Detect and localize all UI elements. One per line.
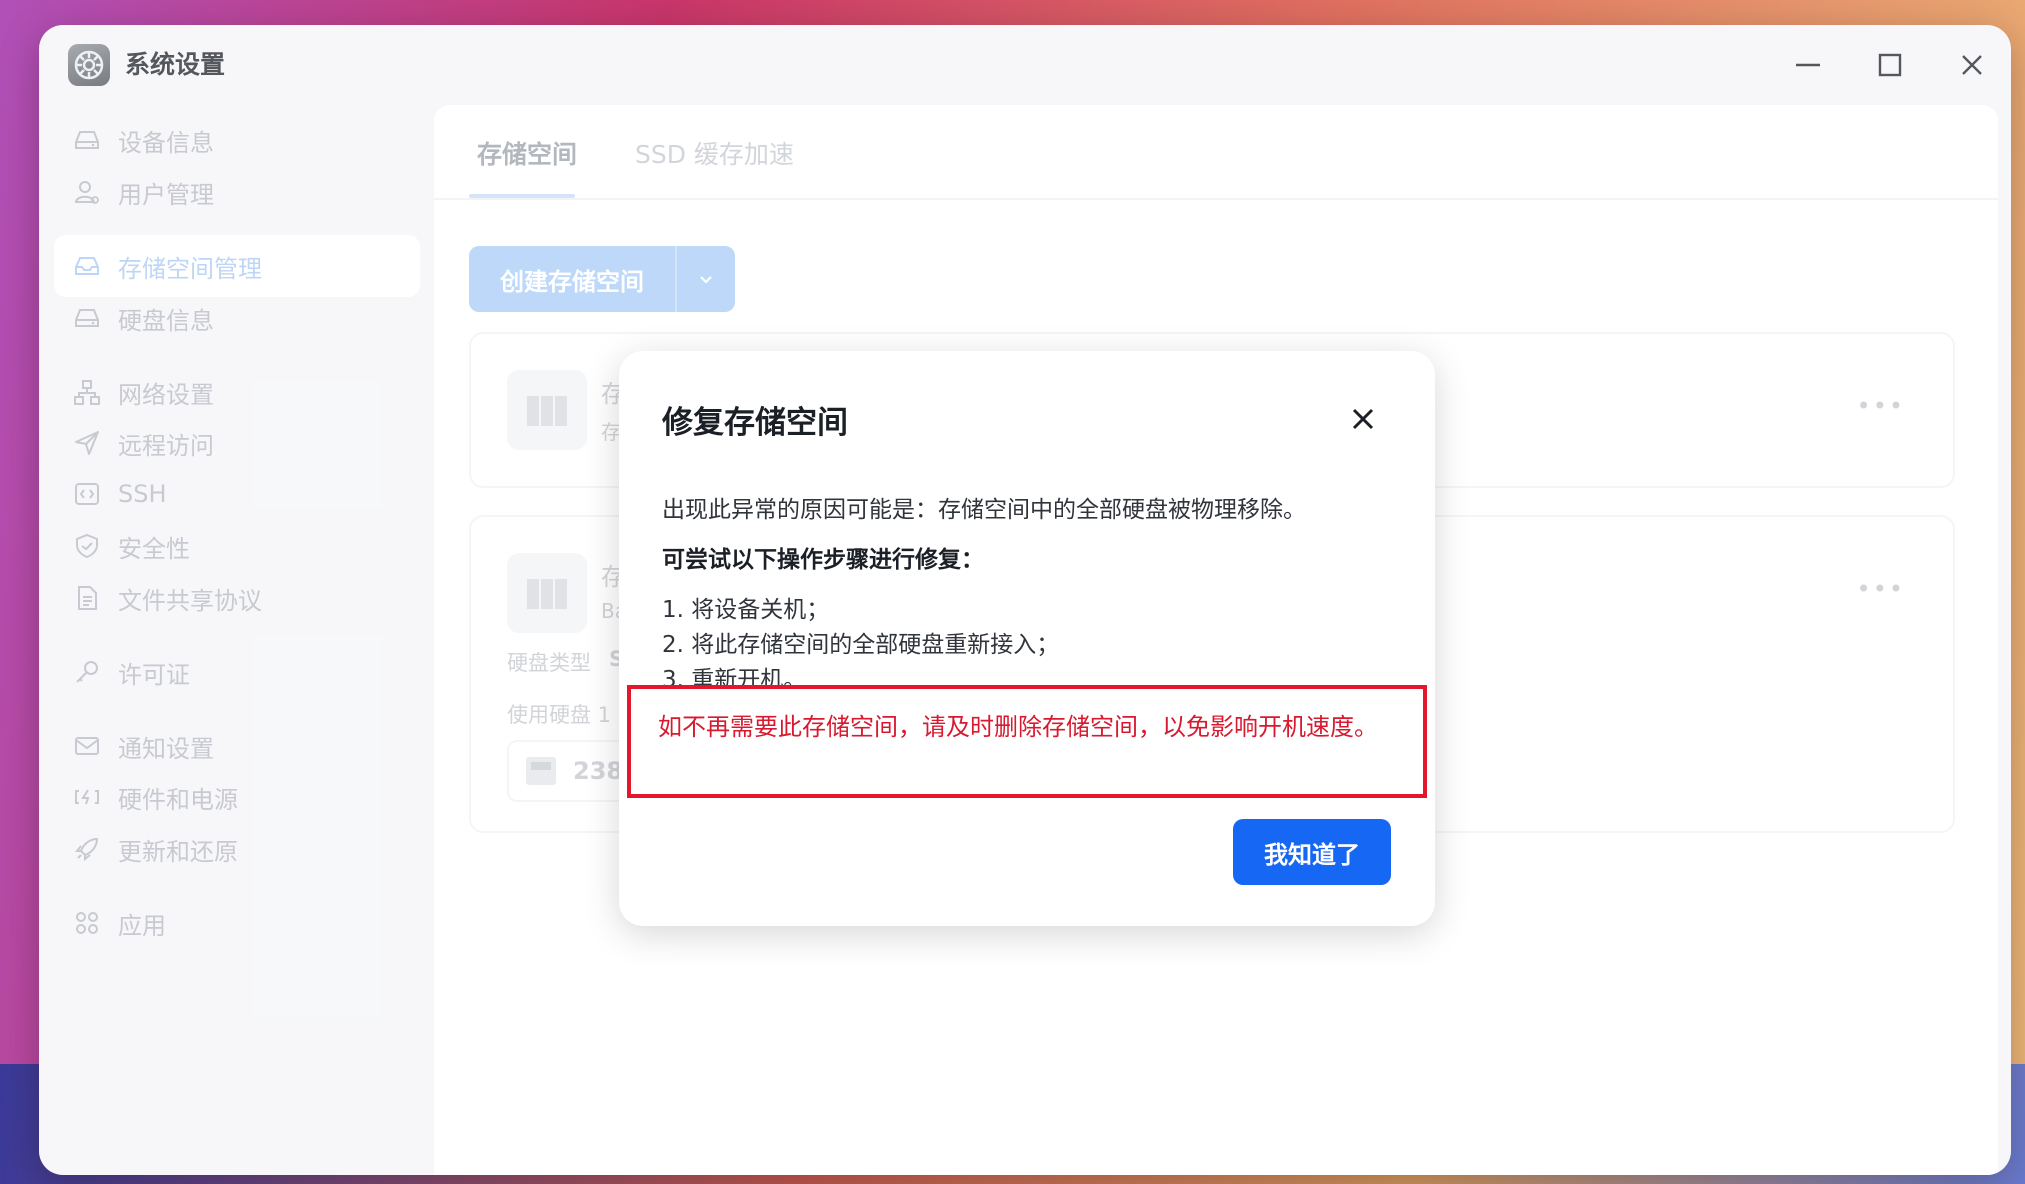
dialog-warning-text: 如不再需要此存储空间，请及时删除存储空间，以免影响开机速度。 bbox=[658, 713, 1378, 741]
acknowledge-button[interactable]: 我知道了 bbox=[1233, 819, 1391, 885]
dialog-title: 修复存储空间 bbox=[662, 405, 848, 441]
dialog-close-button[interactable] bbox=[1345, 401, 1381, 437]
dialog-reason-text: 出现此异常的原因可能是：存储空间中的全部硬盘被物理移除。 bbox=[662, 497, 1306, 523]
dialog-step: 1. 将设备关机； bbox=[662, 597, 830, 623]
warning-highlight-box: 如不再需要此存储空间，请及时删除存储空间，以免影响开机速度。 bbox=[627, 685, 1427, 798]
dialog-step: 2. 将此存储空间的全部硬盘重新接入； bbox=[662, 632, 1060, 658]
repair-storage-dialog: 修复存储空间 出现此异常的原因可能是：存储空间中的全部硬盘被物理移除。 可尝试以… bbox=[619, 351, 1435, 926]
close-icon bbox=[1352, 408, 1374, 430]
dialog-steps-heading: 可尝试以下操作步骤进行修复： bbox=[662, 547, 984, 573]
